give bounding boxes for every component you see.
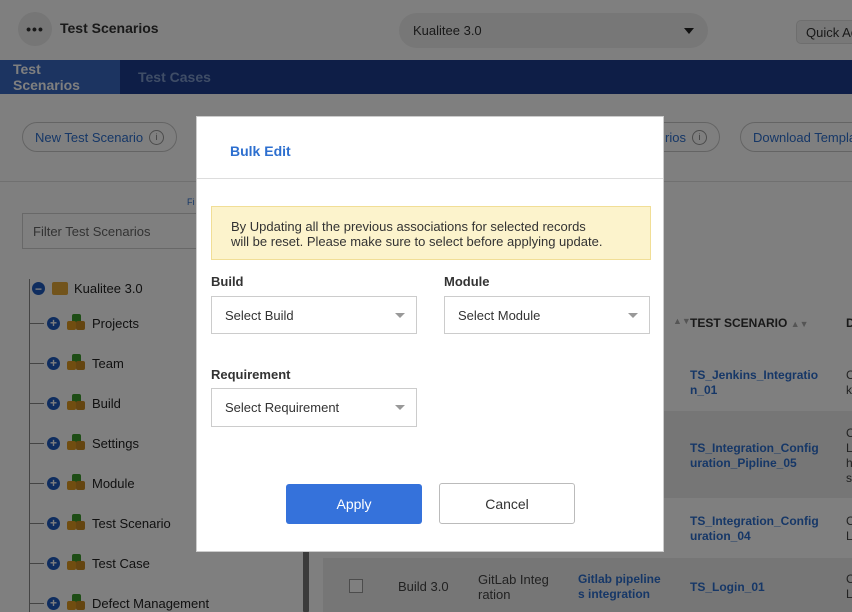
warning-text-line: By Updating all the previous association… — [231, 219, 586, 234]
module-select[interactable]: Select Module — [444, 296, 650, 334]
modal-header: Bulk Edit — [197, 117, 663, 179]
module-select-placeholder: Select Module — [458, 307, 541, 323]
bulk-edit-modal: Bulk Edit By Updating all the previous a… — [196, 116, 664, 552]
build-label: Build — [211, 274, 244, 289]
chevron-down-icon — [395, 312, 405, 318]
module-label: Module — [444, 274, 490, 289]
build-select[interactable]: Select Build — [211, 296, 417, 334]
modal-title: Bulk Edit — [230, 143, 291, 159]
requirement-select[interactable]: Select Requirement — [211, 388, 417, 427]
warning-alert: By Updating all the previous association… — [211, 206, 651, 260]
apply-button[interactable]: Apply — [286, 484, 422, 524]
requirement-select-placeholder: Select Requirement — [225, 400, 340, 415]
cancel-button[interactable]: Cancel — [439, 483, 575, 524]
chevron-down-icon — [395, 405, 405, 410]
warning-text-line: will be reset. Please make sure to selec… — [231, 234, 603, 249]
requirement-label: Requirement — [211, 367, 291, 382]
chevron-down-icon — [628, 312, 638, 318]
build-select-placeholder: Select Build — [225, 307, 294, 323]
